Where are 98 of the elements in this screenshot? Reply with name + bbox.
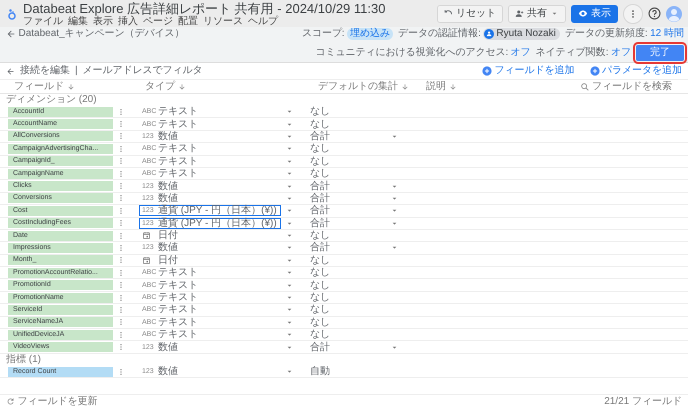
field-type[interactable]: テキスト xyxy=(158,280,198,291)
edit-connection-link[interactable]: 接続を編集 xyxy=(20,65,70,77)
group-heading: ディメンション (20) xyxy=(5,94,98,106)
back-arrow-icon[interactable] xyxy=(6,29,16,39)
aggregation-value[interactable]: なし xyxy=(310,254,390,266)
field-type[interactable]: テキスト xyxy=(158,267,198,278)
aggregation-value[interactable]: 合計 xyxy=(310,205,390,216)
group-heading: 指標 (1) xyxy=(5,354,42,366)
aggregation-value[interactable]: なし xyxy=(310,329,390,340)
eye-icon xyxy=(578,9,588,18)
done-button[interactable]: 完了 xyxy=(636,45,684,61)
field-type[interactable]: 通貨 (JPY - 円（日本）(¥)) xyxy=(158,218,277,229)
add-field-button[interactable]: フィールドを追加 xyxy=(482,65,574,77)
menu-item[interactable]: ヘルプ xyxy=(248,16,278,26)
add-icon xyxy=(482,66,492,76)
share-button[interactable]: 共有 xyxy=(508,4,566,22)
sort-arrow-icon[interactable] xyxy=(448,82,456,90)
sort-arrow-icon[interactable] xyxy=(66,82,74,90)
aggregation-value[interactable]: 合計 xyxy=(310,342,390,353)
refresh-icon xyxy=(6,397,15,406)
field-type[interactable]: テキスト xyxy=(158,304,198,316)
aggregation-value[interactable]: なし xyxy=(310,168,390,180)
aggregation-value[interactable]: なし xyxy=(310,304,390,316)
menu-item[interactable]: 表示 xyxy=(93,16,113,26)
aggregation-value[interactable]: 合計 xyxy=(310,218,390,229)
view-button[interactable]: 表示 xyxy=(571,4,618,22)
aggregation-value[interactable]: 合計 xyxy=(310,242,390,254)
menu-item[interactable]: リソース xyxy=(203,16,243,26)
field-type[interactable]: 通貨 (JPY - 円（日本）(¥)) xyxy=(158,205,277,216)
field-type[interactable]: テキスト xyxy=(158,292,198,304)
more-button[interactable] xyxy=(623,4,643,24)
menu-item[interactable]: ファイル xyxy=(23,16,63,26)
field-type[interactable]: 数値 xyxy=(158,130,178,142)
filter-label: メールアドレスでフィルタ xyxy=(82,65,204,77)
avatar-icon[interactable] xyxy=(666,6,682,22)
help-icon[interactable] xyxy=(648,7,661,20)
field-type[interactable]: 数値 xyxy=(158,342,178,353)
aggregation-value[interactable]: 合計 xyxy=(310,192,390,204)
calendar-icon xyxy=(142,256,151,265)
setting-label: コミュニティにおける視覚化へのアクセス: xyxy=(315,47,508,59)
scope-chip[interactable]: 埋め込み xyxy=(347,28,394,40)
report-title: Databeat Explore 広告詳細レポート 共有用 - 2024/10/29 11:30 xyxy=(23,0,386,16)
setting-label: データの認証情報: xyxy=(398,28,481,40)
aggregation-value[interactable]: なし xyxy=(310,280,390,291)
field-count: 21/21 フィールド xyxy=(604,396,682,408)
column-header[interactable]: 説明 xyxy=(426,80,446,92)
column-header[interactable]: デフォルトの集計 xyxy=(318,80,398,92)
add-icon xyxy=(590,66,600,76)
field-type[interactable]: 数値 xyxy=(158,366,178,377)
field-type[interactable]: テキスト xyxy=(158,316,198,328)
back-arrow-icon[interactable] xyxy=(6,66,15,76)
refresh-fields-button[interactable]: フィールドを更新 xyxy=(6,396,98,408)
native-functions-link[interactable]: オフ xyxy=(611,47,631,59)
field-type[interactable]: テキスト xyxy=(158,106,198,118)
person-add-icon xyxy=(515,9,524,18)
menu-item[interactable]: 配置 xyxy=(178,16,198,26)
aggregation-value[interactable]: なし xyxy=(310,316,390,328)
setting-label: ネイティブ関数: xyxy=(536,47,608,59)
add-parameter-button[interactable]: パラメータを追加 xyxy=(590,65,682,77)
aggregation-value[interactable]: なし xyxy=(310,156,390,167)
aggregation-value[interactable]: なし xyxy=(310,230,390,242)
column-header[interactable]: タイプ xyxy=(145,80,175,92)
aggregation-value[interactable]: 自動 xyxy=(310,366,390,377)
field-type[interactable]: テキスト xyxy=(158,168,198,180)
aggregation-value[interactable]: なし xyxy=(310,118,390,130)
setting-label: スコープ: xyxy=(302,28,345,40)
field-type[interactable]: テキスト xyxy=(158,143,198,154)
separator: | xyxy=(75,65,78,77)
sort-arrow-icon[interactable] xyxy=(400,82,408,90)
field-type[interactable]: 数値 xyxy=(158,192,178,204)
person-icon xyxy=(484,29,494,39)
reset-button[interactable]: リセット xyxy=(437,4,503,22)
aggregation-value[interactable]: なし xyxy=(310,267,390,278)
column-header[interactable]: フィールド xyxy=(14,80,64,92)
field-type[interactable]: 日付 xyxy=(158,230,178,242)
setting-label: データの更新頻度: xyxy=(564,28,648,40)
menu-item[interactable]: 挿入 xyxy=(118,16,138,26)
search-field[interactable]: フィールドを検索 xyxy=(580,80,682,92)
menu-item[interactable]: 編集 xyxy=(68,16,88,26)
freshness-link[interactable]: 12 時間 xyxy=(650,28,684,40)
field-type[interactable]: テキスト xyxy=(158,329,198,340)
sort-arrow-icon[interactable] xyxy=(178,82,186,90)
data-source-name: Databeat_キャンペーン（デバイス） xyxy=(18,28,185,40)
field-type[interactable]: 数値 xyxy=(158,242,178,254)
field-type[interactable]: テキスト xyxy=(158,118,198,130)
aggregation-value[interactable]: 合計 xyxy=(310,180,390,192)
field-type[interactable]: 日付 xyxy=(158,254,178,266)
aggregation-value[interactable]: 合計 xyxy=(310,130,390,142)
search-icon xyxy=(580,82,590,92)
field-type[interactable]: テキスト xyxy=(158,156,198,167)
calendar-icon xyxy=(142,231,151,240)
aggregation-value[interactable]: なし xyxy=(310,106,390,118)
aggregation-value[interactable]: なし xyxy=(310,143,390,154)
aggregation-value[interactable]: なし xyxy=(310,292,390,304)
menu-item[interactable]: ページ xyxy=(143,16,173,26)
community-access-link[interactable]: オフ xyxy=(510,47,531,59)
credentials-chip[interactable]: Ryuta Nozaki xyxy=(483,28,560,40)
field-type[interactable]: 数値 xyxy=(158,180,178,192)
